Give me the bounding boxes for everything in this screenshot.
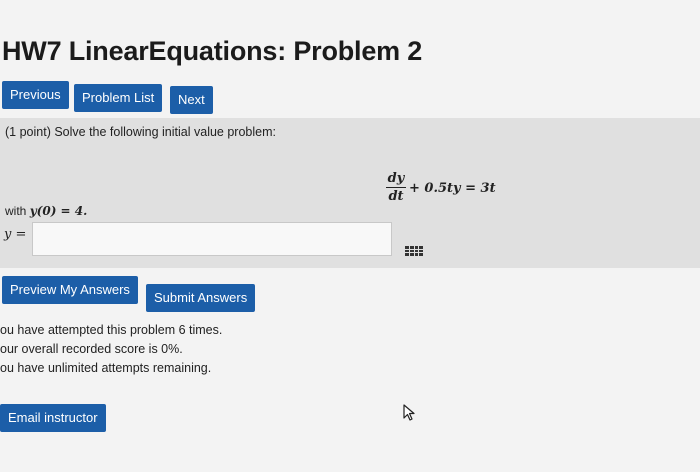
email-instructor-button[interactable]: Email instructor bbox=[0, 404, 106, 432]
page-title: HW7 LinearEquations: Problem 2 bbox=[2, 36, 423, 66]
previous-button[interactable]: Previous bbox=[2, 81, 69, 109]
initial-condition: y(0) = 4. bbox=[29, 204, 88, 218]
with-prefix: with bbox=[5, 204, 27, 218]
attempts-text: ou have attempted this problem 6 times. bbox=[0, 323, 223, 337]
answer-input[interactable] bbox=[32, 222, 392, 256]
derivative-fraction: dy dt bbox=[386, 171, 406, 204]
problem-list-button[interactable]: Problem List bbox=[74, 84, 163, 112]
fraction-numerator: dy bbox=[386, 171, 406, 188]
fraction-denominator: dt bbox=[388, 189, 404, 204]
grid-icon[interactable] bbox=[405, 246, 423, 256]
answer-label: y = bbox=[4, 227, 27, 242]
initial-condition-line: with y(0) = 4. bbox=[5, 204, 87, 218]
problem-statement: (1 point) Solve the following initial va… bbox=[5, 125, 276, 139]
preview-answers-button[interactable]: Preview My Answers bbox=[2, 276, 138, 304]
equation-rest: + 0.5ty = 3t bbox=[409, 181, 496, 196]
score-text: our overall recorded score is 0%. bbox=[0, 342, 183, 356]
next-button[interactable]: Next bbox=[170, 86, 213, 114]
unlimited-text: ou have unlimited attempts remaining. bbox=[0, 361, 212, 375]
mouse-pointer-icon bbox=[403, 404, 415, 421]
submit-answers-button[interactable]: Submit Answers bbox=[146, 284, 256, 312]
